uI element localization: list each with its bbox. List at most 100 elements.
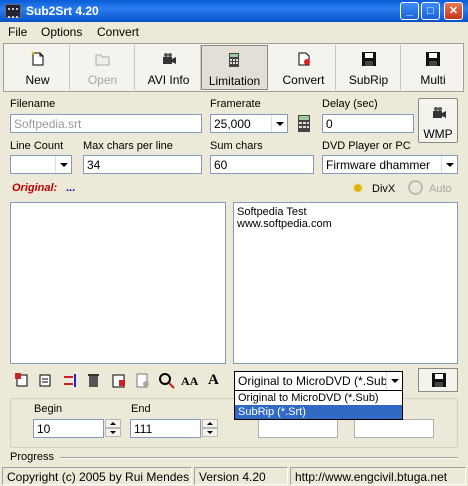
progress-bar	[60, 457, 458, 459]
close-button[interactable]: ✕	[444, 2, 463, 20]
edit-line-icon[interactable]	[37, 372, 54, 389]
spin-up-icon[interactable]	[202, 419, 218, 428]
save-button[interactable]	[418, 368, 458, 392]
sum-chars-field[interactable]: 60	[210, 155, 314, 174]
toolbar: New Open AVI Info Limitation Convert Sub…	[3, 43, 464, 92]
delay-field[interactable]: 0	[322, 114, 414, 133]
open-label: Open	[87, 73, 118, 87]
conversion-option[interactable]: Original to MicroDVD (*.Sub)	[235, 391, 402, 405]
convert-label: Convert	[282, 73, 325, 87]
original-filename: ...	[66, 182, 76, 194]
spin-down-icon[interactable]	[105, 428, 121, 437]
open-button[interactable]: Open	[71, 45, 135, 90]
open-folder-icon	[95, 54, 110, 66]
player-select[interactable]: Firmware dhammer	[322, 155, 458, 174]
new-label: New	[25, 73, 50, 87]
line-count-label: Line Count	[10, 140, 64, 152]
maximize-button[interactable]: □	[421, 2, 440, 20]
multi-label: Multi	[420, 73, 446, 87]
conversion-dropdown-list: Original to MicroDVD (*.Sub) SubRip (*.S…	[234, 390, 403, 420]
chevron-down-icon[interactable]	[271, 115, 287, 132]
status-bar: Copyright (c) 2005 by Rui Mendes Version…	[0, 466, 468, 486]
new-document-icon	[31, 51, 44, 66]
window-title: Sub2Srt 4.20	[26, 4, 99, 18]
url-text: http://www.engcivil.btuga.net	[290, 467, 466, 485]
avi-info-button[interactable]: AVI Info	[137, 45, 201, 90]
player-label: DVD Player or PC	[322, 140, 411, 152]
new-button[interactable]: New	[6, 45, 70, 90]
chevron-down-icon[interactable]	[386, 372, 402, 390]
subrip-button[interactable]: SubRip	[337, 45, 401, 90]
begin-label: Begin	[34, 403, 63, 415]
framerate-label: Framerate	[210, 98, 261, 110]
spin-down-icon[interactable]	[202, 428, 218, 437]
menu-convert[interactable]: Convert	[97, 25, 139, 39]
wmp-button[interactable]: WMP	[418, 98, 458, 143]
copyright-text: Copyright (c) 2005 by Rui Mendes	[2, 467, 192, 485]
magnifier-icon[interactable]	[158, 372, 175, 389]
filename-field[interactable]: Softpedia.srt	[10, 114, 202, 133]
converted-line: Softpedia Test	[237, 206, 307, 218]
converted-line: www.softpedia.com	[237, 218, 332, 230]
spin-up-icon[interactable]	[105, 419, 121, 428]
split-line-icon[interactable]	[62, 372, 79, 389]
end-label: End	[131, 403, 151, 415]
wmp-label: WMP	[423, 127, 453, 141]
trash-icon[interactable]	[85, 372, 102, 389]
divx-label[interactable]: DivX	[372, 183, 395, 195]
max-chars-field[interactable]: 34	[83, 155, 202, 174]
framerate-value: 25,000	[214, 117, 251, 131]
minimize-button[interactable]: _	[400, 2, 419, 20]
original-label: Original:	[12, 182, 58, 194]
sum-chars-label: Sum chars	[210, 140, 263, 152]
calculator-icon	[229, 53, 239, 67]
begin-field[interactable]: 10	[33, 419, 104, 438]
range-info-field	[258, 419, 338, 438]
convert-document-icon	[298, 52, 310, 66]
menu-options[interactable]: Options	[41, 25, 82, 39]
conversion-option[interactable]: SubRip (*.Srt)	[235, 405, 402, 419]
menu-file[interactable]: File	[8, 25, 27, 39]
end-field[interactable]: 111	[130, 419, 201, 438]
floppy-disk-icon	[426, 52, 440, 66]
player-value: Firmware dhammer	[326, 158, 431, 172]
converted-text-panel[interactable]: Softpedia Test www.softpedia.com	[233, 202, 458, 364]
delay-label: Delay (sec)	[322, 98, 378, 110]
conversion-value: Original to MicroDVD (*.Sub)	[238, 374, 392, 388]
calculator-icon[interactable]	[296, 114, 312, 133]
menu-bar: File Options Convert	[0, 22, 468, 41]
paste-icon[interactable]	[110, 372, 127, 389]
video-camera-icon	[163, 53, 176, 64]
font-size-icon[interactable]: AA	[181, 374, 198, 389]
max-chars-label: Max chars per line	[83, 140, 173, 152]
limitation-label: Limitation	[208, 74, 261, 88]
chevron-down-icon[interactable]	[55, 156, 71, 173]
version-text: Version 4.20	[194, 467, 288, 485]
insert-line-icon[interactable]	[14, 372, 31, 389]
original-text-panel[interactable]	[10, 202, 226, 364]
auto-label[interactable]: Auto	[429, 183, 452, 195]
filename-label: Filename	[10, 98, 56, 110]
limitation-button[interactable]: Limitation	[201, 45, 268, 90]
document-time-icon[interactable]	[134, 372, 151, 389]
line-count-select[interactable]	[10, 155, 72, 174]
font-icon[interactable]: A	[208, 372, 219, 389]
end-spinner[interactable]	[202, 419, 218, 438]
floppy-disk-icon	[432, 373, 446, 387]
sun-icon[interactable]: ✹	[352, 181, 364, 195]
avi-info-label: AVI Info	[147, 73, 190, 87]
range-info-field	[354, 419, 434, 438]
conversion-select[interactable]: Original to MicroDVD (*.Sub)	[234, 371, 403, 391]
video-camera-icon	[433, 107, 446, 118]
multi-button[interactable]: Multi	[401, 45, 465, 90]
framerate-select[interactable]: 25,000	[210, 114, 288, 133]
auto-radio[interactable]	[408, 180, 423, 195]
film-strip-icon[interactable]	[5, 4, 21, 18]
begin-spinner[interactable]	[105, 419, 121, 438]
chevron-down-icon[interactable]	[441, 156, 457, 173]
floppy-disk-icon	[362, 52, 376, 66]
subrip-label: SubRip	[348, 73, 389, 87]
title-bar: Sub2Srt 4.20 _ □ ✕	[0, 0, 468, 22]
progress-label: Progress	[10, 451, 55, 463]
convert-button[interactable]: Convert	[272, 45, 336, 90]
